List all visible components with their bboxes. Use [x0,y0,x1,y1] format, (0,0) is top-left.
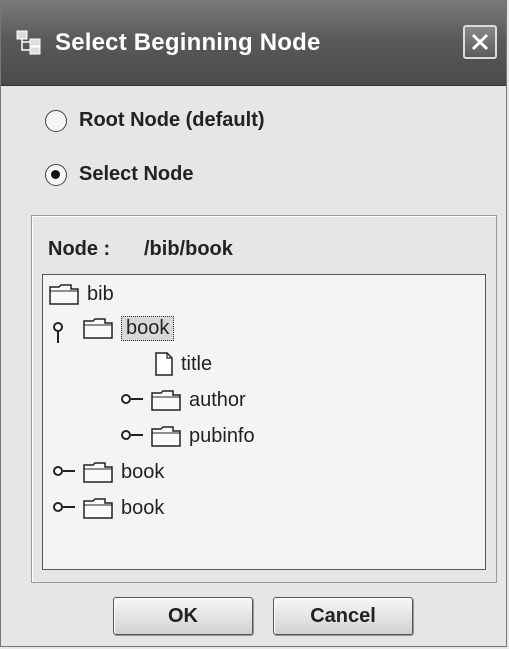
node-tree[interactable]: bib book title author pubinfo book book [42,274,486,570]
radio-label-root: Root Node (default) [79,109,265,131]
folder-icon [151,390,181,411]
tree-item-pubinfo[interactable]: pubinfo [121,421,255,451]
tree-item-title[interactable]: title [155,349,212,379]
tree-item-label: book [121,496,165,519]
tree-item-bib[interactable]: bib [49,279,114,309]
tree-item-book-expanded[interactable]: book [53,313,175,343]
node-panel: Node : /bib/book bib book title author p… [31,215,497,583]
collapse-toggle-icon[interactable] [53,465,77,479]
tree-item-label: pubinfo [189,424,255,447]
title-bar[interactable]: Select Beginning Node [1,1,506,86]
collapse-toggle-icon[interactable] [121,429,145,443]
tree-app-icon [16,30,41,55]
ok-button[interactable]: OK [113,597,253,635]
radio-button-select[interactable] [45,163,67,186]
close-button[interactable] [463,25,497,59]
collapse-toggle-icon[interactable] [53,501,77,515]
tree-item-label: title [181,352,213,375]
folder-icon [83,318,113,339]
tree-item-author[interactable]: author [121,385,246,415]
tree-item-label: bib [87,282,114,305]
cancel-button[interactable]: Cancel [273,597,413,635]
dialog-title: Select Beginning Node [55,29,321,56]
radio-root-node[interactable]: Root Node (default) [45,109,265,132]
tree-item-book[interactable]: book [53,493,164,523]
expand-toggle-icon[interactable] [53,321,77,343]
radio-select-node[interactable]: Select Node [45,163,193,186]
collapse-toggle-icon[interactable] [121,393,145,407]
folder-icon [83,498,113,519]
select-node-dialog: Select Beginning Node Root Node (default… [0,0,507,647]
folder-icon [49,284,79,305]
tree-item-book[interactable]: book [53,457,164,487]
radio-label-select: Select Node [79,163,194,185]
tree-item-label: book [121,460,165,483]
node-label: Node : [48,238,111,260]
tree-item-label: book [121,315,175,341]
tree-item-label: author [189,388,246,411]
node-path-value: /bib/book [144,238,233,260]
radio-button-root[interactable] [45,109,67,132]
folder-icon [151,426,181,447]
document-icon [155,352,173,376]
folder-icon [83,462,113,483]
close-icon [471,33,489,51]
